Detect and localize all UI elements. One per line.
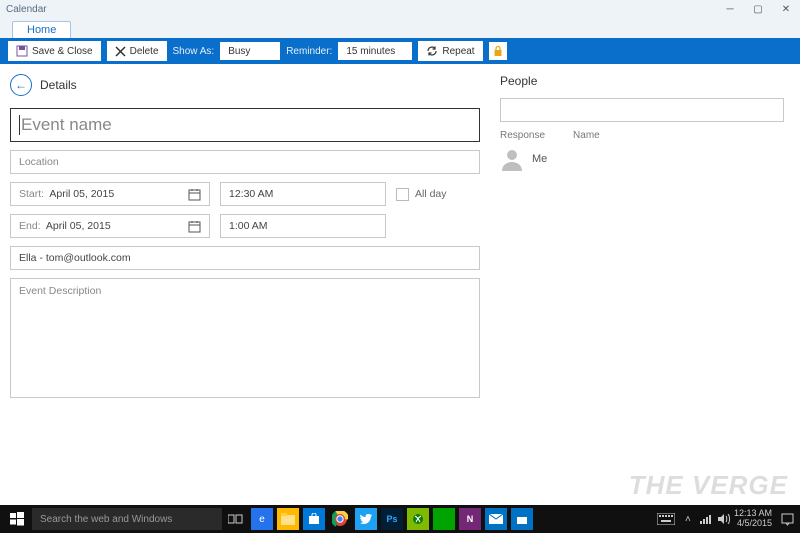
delete-icon [115, 46, 126, 57]
task-view-button[interactable] [224, 505, 248, 533]
end-date-input[interactable]: End: April 05, 2015 [10, 214, 210, 238]
close-button[interactable]: ✕ [772, 0, 800, 18]
tray-up-icon[interactable]: ˄ [680, 505, 696, 533]
show-as-label: Show As: [173, 46, 215, 57]
start-time-input[interactable]: 12:30 AM [220, 182, 386, 206]
repeat-label: Repeat [442, 46, 474, 57]
taskbar-app-onenote[interactable]: N [459, 508, 481, 530]
taskbar-app-store[interactable] [303, 508, 325, 530]
calendar-account-input[interactable]: Ella - tom@outlook.com [10, 246, 480, 270]
end-date-value: April 05, 2015 [46, 220, 111, 232]
show-as-select[interactable]: Busy [220, 42, 280, 60]
calendar-icon [188, 188, 201, 201]
tab-row: Home [0, 18, 800, 38]
taskbar-clock[interactable]: 12:13 AM 4/5/2015 [734, 509, 776, 529]
maximize-button[interactable]: ▢ [744, 0, 772, 18]
tray-keyboard[interactable] [654, 505, 678, 533]
start-label: Start: [19, 188, 44, 200]
taskbar-app-chrome[interactable] [329, 508, 351, 530]
repeat-icon [426, 45, 438, 57]
taskbar-app-mail[interactable] [485, 508, 507, 530]
people-panel: People Response Name Me [500, 74, 784, 505]
search-placeholder: Search the web and Windows [40, 514, 172, 525]
start-time-value: 12:30 AM [229, 188, 273, 200]
lock-icon [493, 45, 503, 57]
ribbon: Save & Close Delete Show As: Busy Remind… [0, 38, 800, 64]
end-time-input[interactable]: 1:00 AM [220, 214, 386, 238]
response-column: Response [500, 130, 545, 141]
taskbar: Search the web and Windows e Ps N ˄ 12:1… [0, 505, 800, 533]
windows-icon [10, 512, 24, 526]
location-input[interactable]: Location [10, 150, 480, 174]
start-date-value: April 05, 2015 [49, 188, 114, 200]
reminder-select[interactable]: 15 minutes [338, 42, 412, 60]
taskbar-app-photoshop[interactable]: Ps [381, 508, 403, 530]
clock-date: 4/5/2015 [734, 519, 772, 529]
description-placeholder: Event Description [19, 285, 101, 297]
end-label: End: [19, 220, 41, 232]
attendee-name: Me [532, 153, 547, 165]
taskbar-app-xbox[interactable] [407, 508, 429, 530]
app-title: Calendar [6, 4, 47, 15]
people-input[interactable] [500, 98, 784, 122]
all-day-checkbox[interactable] [396, 188, 409, 201]
name-column: Name [573, 130, 600, 141]
back-arrow-icon: ← [15, 78, 27, 92]
taskbar-app-explorer[interactable] [277, 508, 299, 530]
end-time-value: 1:00 AM [229, 220, 268, 232]
calendar-icon [188, 220, 201, 233]
avatar-icon [500, 147, 524, 171]
event-name-input[interactable]: Event name [10, 108, 480, 142]
delete-label: Delete [130, 46, 159, 57]
reminder-label: Reminder: [286, 46, 332, 57]
save-icon [16, 45, 28, 57]
taskbar-app-calendar[interactable] [511, 508, 533, 530]
all-day-label: All day [415, 188, 447, 200]
delete-button[interactable]: Delete [107, 41, 167, 61]
tab-home[interactable]: Home [12, 21, 71, 38]
back-button[interactable]: ← [10, 74, 32, 96]
account-value: Ella - tom@outlook.com [19, 252, 131, 264]
save-close-button[interactable]: Save & Close [8, 41, 101, 61]
task-view-icon [228, 513, 244, 525]
attendee-row: Me [500, 147, 784, 171]
start-button[interactable] [4, 505, 30, 533]
tray-volume-icon[interactable] [716, 505, 732, 533]
taskbar-app-ie[interactable]: e [251, 508, 273, 530]
details-panel: ← Details Event name Location Start: Apr… [10, 74, 480, 505]
location-placeholder: Location [19, 156, 59, 168]
taskbar-search[interactable]: Search the web and Windows [32, 508, 222, 530]
repeat-button[interactable]: Repeat [418, 41, 482, 61]
description-input[interactable]: Event Description [10, 278, 480, 398]
save-close-label: Save & Close [32, 46, 93, 57]
titlebar: Calendar ─ ▢ ✕ [0, 0, 800, 18]
minimize-button[interactable]: ─ [716, 0, 744, 18]
people-heading: People [500, 74, 784, 88]
start-date-input[interactable]: Start: April 05, 2015 [10, 182, 210, 206]
tray-network-icon[interactable] [698, 505, 714, 533]
taskbar-app-green[interactable] [433, 508, 455, 530]
event-name-placeholder: Event name [21, 115, 112, 135]
watermark: THE VERGE [629, 470, 788, 501]
private-button[interactable] [489, 42, 507, 60]
taskbar-app-twitter[interactable] [355, 508, 377, 530]
details-heading: Details [40, 78, 77, 92]
tray-notifications-icon[interactable] [778, 505, 796, 533]
